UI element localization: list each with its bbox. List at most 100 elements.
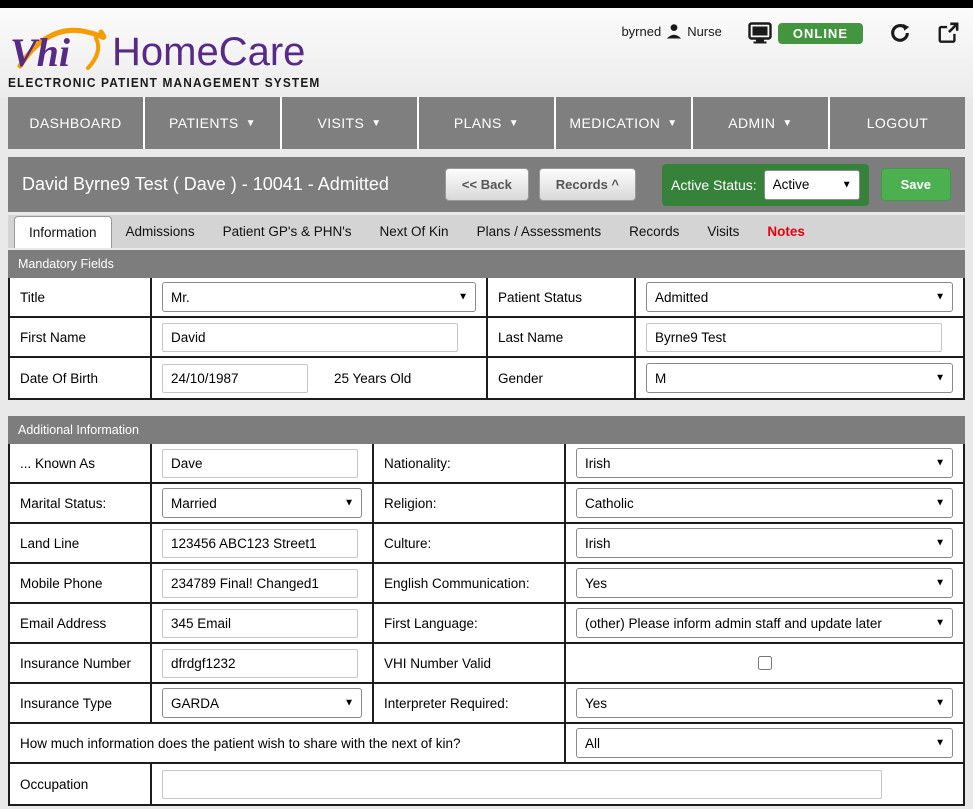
mandatory-fields-header: Mandatory Fields: [8, 250, 965, 278]
save-button[interactable]: Save: [881, 168, 951, 201]
nav-logout[interactable]: LOGOUT: [830, 97, 965, 149]
tab-patient-gps-phns[interactable]: Patient GP's & PHN's: [209, 215, 366, 248]
insurance-number-input[interactable]: [162, 649, 358, 678]
interpreter-required-select[interactable]: Yes: [576, 688, 953, 718]
section-gap: [8, 400, 965, 416]
culture-label: Culture:: [374, 524, 566, 564]
mandatory-fields-table: Title Mr.▼ Patient Status Admitted▼ Firs…: [8, 278, 965, 400]
top-black-strip: [0, 0, 973, 8]
records-button[interactable]: Records ^: [539, 168, 636, 201]
kin-share-question-label: How much information does the patient wi…: [10, 724, 566, 764]
user-chip: byrned Nurse: [621, 22, 721, 40]
insurance-type-label: Insurance Type: [10, 684, 152, 724]
brand-logo: Vhi HomeCare ELECTRONIC PATIENT MANAGEME…: [8, 8, 337, 97]
monitor-icon: [748, 22, 772, 44]
tab-visits[interactable]: Visits: [693, 215, 753, 248]
nav-patients[interactable]: PATIENTS ▼: [145, 97, 282, 149]
username: byrned: [621, 24, 661, 39]
patient-status-select[interactable]: Admitted: [646, 282, 953, 312]
tab-records[interactable]: Records: [615, 215, 693, 248]
nationality-label: Nationality:: [374, 444, 566, 484]
nav-dashboard[interactable]: DASHBOARD: [8, 97, 145, 149]
english-communication-select[interactable]: Yes: [576, 568, 953, 598]
patient-tabs: Information Admissions Patient GP's & PH…: [8, 215, 965, 248]
user-icon: [665, 22, 683, 40]
active-status-select[interactable]: Active: [764, 170, 860, 200]
additional-information-table: ... Known As Nationality: Irish▼ Marital…: [8, 444, 965, 806]
vhi-number-valid-checkbox[interactable]: [758, 656, 772, 670]
brand-tagline: ELECTRONIC PATIENT MANAGEMENT SYSTEM: [8, 76, 320, 90]
nav-medication[interactable]: MEDICATION ▼: [556, 97, 693, 149]
tab-notes[interactable]: Notes: [753, 215, 819, 248]
religion-select[interactable]: Catholic: [576, 488, 953, 518]
nav-label: DASHBOARD: [29, 115, 121, 131]
known-as-input[interactable]: [162, 449, 358, 478]
active-status-label: Active Status:: [671, 177, 757, 193]
refresh-icon[interactable]: [889, 22, 911, 44]
email-address-input[interactable]: [162, 609, 358, 638]
additional-information-header: Additional Information: [8, 416, 965, 444]
title-select[interactable]: Mr.: [162, 282, 476, 312]
app-header: Vhi HomeCare ELECTRONIC PATIENT MANAGEME…: [0, 8, 973, 97]
age-text: 25 Years Old: [334, 371, 411, 386]
occupation-label: Occupation: [10, 764, 152, 804]
first-name-input[interactable]: [162, 323, 458, 352]
known-as-label: ... Known As: [10, 444, 152, 484]
marital-status-select[interactable]: Married: [162, 488, 362, 518]
patient-title: David Byrne9 Test ( Dave ) - 10041 - Adm…: [22, 174, 435, 195]
nav-label: PLANS: [454, 115, 502, 131]
nav-label: LOGOUT: [867, 115, 929, 131]
product-name: HomeCare: [112, 32, 305, 72]
gender-label: Gender: [488, 358, 636, 398]
last-name-input[interactable]: [646, 323, 942, 352]
kin-share-select[interactable]: All: [576, 728, 953, 758]
vhi-number-valid-label: VHI Number Valid: [374, 644, 566, 684]
chevron-down-icon: ▼: [667, 118, 677, 129]
nav-label: MEDICATION: [569, 115, 660, 131]
online-status-badge: ONLINE: [778, 23, 863, 44]
vhi-logo-icon: Vhi: [8, 22, 108, 74]
religion-label: Religion:: [374, 484, 566, 524]
insurance-type-select[interactable]: GARDA: [162, 688, 362, 718]
land-line-input[interactable]: [162, 529, 358, 558]
chevron-down-icon: ▼: [371, 118, 381, 129]
last-name-label: Last Name: [488, 318, 636, 358]
title-label: Title: [10, 278, 152, 318]
back-button[interactable]: << Back: [445, 168, 529, 201]
nav-label: PATIENTS: [169, 115, 239, 131]
tab-admissions[interactable]: Admissions: [112, 215, 209, 248]
external-link-icon[interactable]: [937, 22, 959, 44]
main-nav: DASHBOARD PATIENTS ▼ VISITS ▼ PLANS ▼ MEDIC…: [8, 97, 965, 149]
brand-text: Vhi: [10, 30, 70, 74]
first-language-label: First Language:: [374, 604, 566, 644]
nav-visits[interactable]: VISITS ▼: [282, 97, 419, 149]
nationality-select[interactable]: Irish: [576, 448, 953, 478]
chevron-down-icon: ▼: [509, 118, 519, 129]
gender-select[interactable]: M: [646, 363, 953, 393]
interpreter-required-label: Interpreter Required:: [374, 684, 566, 724]
occupation-input[interactable]: [162, 770, 882, 799]
dob-input[interactable]: [162, 364, 308, 393]
tab-next-of-kin[interactable]: Next Of Kin: [366, 215, 463, 248]
first-name-label: First Name: [10, 318, 152, 358]
insurance-number-label: Insurance Number: [10, 644, 152, 684]
tab-information[interactable]: Information: [14, 216, 112, 248]
tab-plans-assessments[interactable]: Plans / Assessments: [463, 215, 616, 248]
english-communication-label: English Communication:: [374, 564, 566, 604]
nav-label: VISITS: [317, 115, 364, 131]
patient-status-label: Patient Status: [488, 278, 636, 318]
email-address-label: Email Address: [10, 604, 152, 644]
chevron-down-icon: ▼: [782, 118, 792, 129]
dob-label: Date Of Birth: [10, 358, 152, 398]
nav-label: ADMIN: [728, 115, 775, 131]
nav-admin[interactable]: ADMIN ▼: [693, 97, 830, 149]
nav-plans[interactable]: PLANS ▼: [419, 97, 556, 149]
mobile-phone-input[interactable]: [162, 569, 358, 598]
mobile-phone-label: Mobile Phone: [10, 564, 152, 604]
active-status-panel: Active Status: Active ▼: [662, 164, 869, 206]
patient-header-bar: David Byrne9 Test ( Dave ) - 10041 - Adm…: [8, 157, 965, 212]
first-language-select[interactable]: (other) Please inform admin staff and up…: [576, 608, 953, 638]
culture-select[interactable]: Irish: [576, 528, 953, 558]
land-line-label: Land Line: [10, 524, 152, 564]
chevron-down-icon: ▼: [246, 118, 256, 129]
